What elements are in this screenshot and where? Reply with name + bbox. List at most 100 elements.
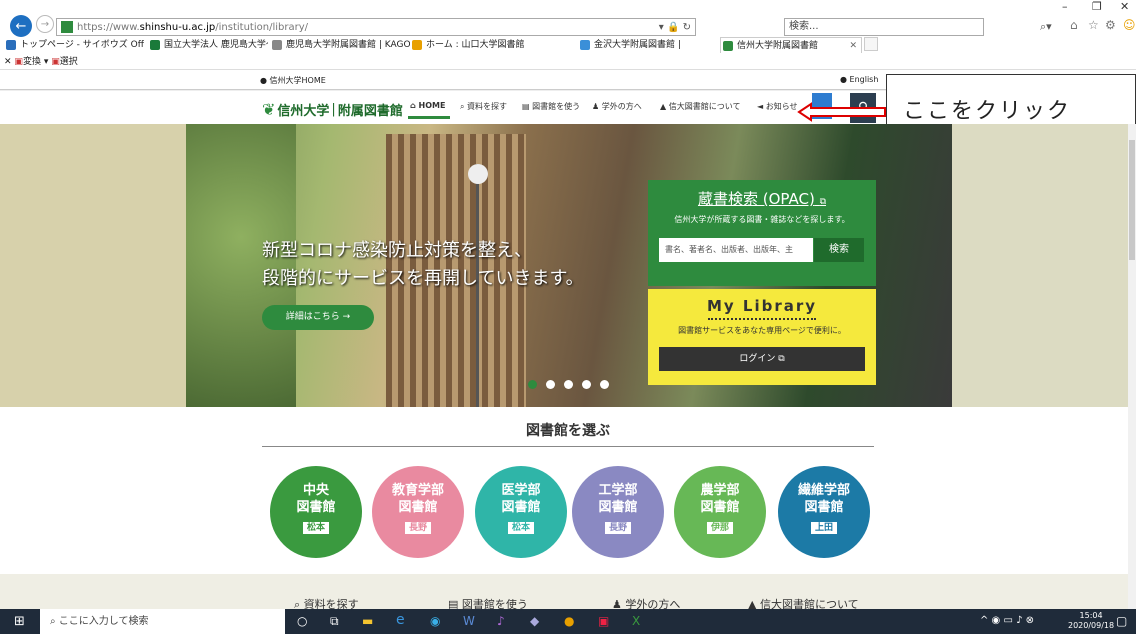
file-explorer-icon[interactable]: ▬	[362, 614, 373, 628]
location-tag: 長野	[604, 522, 631, 534]
opac-panel: 蔵書検索 (OPAC) ⧉ 信州大学が所蔵する図書・雑誌などを探します。 書名、…	[648, 180, 876, 286]
tab-cybozu[interactable]: トップページ - サイボウズ Office	[4, 37, 144, 53]
location-tag: 松本	[507, 522, 534, 534]
favorites-icon[interactable]: ☆	[1088, 18, 1099, 32]
library-engineering[interactable]: 工学部 図書館 長野	[572, 466, 664, 558]
tray-icons[interactable]: ^ ◉ ▭ ♪ ⊗	[980, 615, 1034, 626]
univ-home-link[interactable]: ● 信州大学HOME	[260, 75, 326, 86]
tab-kagoshima-lib[interactable]: 鹿児島大学附属図書館 | KAGO...	[270, 37, 410, 53]
select-icon: ▣	[51, 57, 60, 67]
opac-search-input[interactable]: 書名、著者名、出版者、出版年、主	[659, 238, 813, 262]
nav-use-library[interactable]: ▤ 図書館を使う	[522, 101, 580, 112]
external-link-icon: ⧉	[778, 354, 785, 364]
cortana-icon[interactable]: ○	[297, 614, 307, 628]
opac-search-button[interactable]: 検索	[814, 238, 864, 262]
external-link-icon: ⧉	[819, 197, 827, 207]
logo-univ: 信州大学	[277, 104, 330, 119]
url-domain: shinshu-u.ac.jp	[139, 21, 216, 33]
nav-search-materials[interactable]: ⌕ 資料を探す	[460, 101, 507, 112]
hero-left-margin	[0, 124, 186, 407]
tab-shinshu-lib[interactable]: 信州大学附属図書館 ✕	[720, 37, 862, 53]
forward-button[interactable]: →	[36, 15, 54, 33]
tab-kanazawa-lib[interactable]: 金沢大学附属図書館 |	[578, 37, 718, 53]
url-path: /institution/library/	[215, 21, 308, 33]
location-tag: 上田	[810, 522, 837, 534]
divider	[262, 446, 874, 447]
carousel-dot[interactable]	[600, 380, 609, 389]
close-icon[interactable]: ✕	[4, 57, 12, 67]
location-tag: 伊那	[706, 522, 733, 534]
library-education[interactable]: 教育学部 図書館 長野	[372, 466, 464, 558]
chrome-icon[interactable]: ●	[564, 614, 574, 628]
carousel-dot[interactable]	[564, 380, 573, 389]
app-icon[interactable]: ▣	[598, 614, 609, 628]
restore-button[interactable]: ❐	[1092, 0, 1102, 13]
library-agriculture[interactable]: 農学部 図書館 伊那	[674, 466, 766, 558]
nav-active-underline	[408, 116, 450, 119]
location-tag: 松本	[302, 522, 329, 534]
carousel-dot-active[interactable]	[528, 380, 537, 389]
refresh-icon[interactable]: ▾ 🔒 ↻	[659, 22, 691, 33]
site-logo[interactable]: ❦ 信州大学 | 附属図書館	[262, 100, 403, 119]
windows-taskbar: ⊞ ⌕ ここに入力して検索 ○ ⧉ ▬ e ◉ W ♪ ◆ ● ▣ X ^ ◉ …	[0, 609, 1136, 634]
nav-visitors[interactable]: ♟ 学外の方へ	[592, 101, 642, 112]
clock[interactable]: 15:04 2020/09/18	[1068, 611, 1114, 631]
carousel-dot[interactable]	[582, 380, 591, 389]
library-medicine[interactable]: 医学部 図書館 松本	[475, 466, 567, 558]
smiley-icon[interactable]: ☺	[1123, 18, 1136, 32]
carousel-dot[interactable]	[546, 380, 555, 389]
opac-title[interactable]: 蔵書検索 (OPAC) ⧉	[648, 188, 876, 209]
edge-icon[interactable]: ◉	[430, 614, 440, 628]
footer-nav-bar	[0, 574, 1136, 609]
browser-chrome: ← → https://www. shinshu-u.ac.jp/institut…	[0, 0, 1136, 70]
mylibrary-panel: My Library 図書館サービスをあなた専用ページで便利に。 ログイン ⧉	[648, 289, 876, 385]
notification-icon[interactable]: ▢	[1116, 614, 1127, 628]
hero-right-margin	[952, 124, 1136, 407]
logo-lib: 附属図書館	[337, 104, 403, 119]
close-window-button[interactable]: ✕	[1120, 0, 1129, 13]
detail-button[interactable]: 詳細はこちら →	[262, 305, 374, 330]
ie-icon[interactable]: e	[396, 612, 405, 628]
hero-headline-2: 段階的にサービスを再開していきます。	[262, 268, 584, 289]
location-tag: 長野	[404, 522, 431, 534]
url-prefix: https://www.	[77, 21, 140, 33]
app-icon[interactable]: ◆	[530, 614, 539, 628]
search-icon[interactable]: ⌕▾	[1040, 20, 1052, 34]
hero-headline-1: 新型コロナ感染防止対策を整え、	[262, 240, 532, 261]
mylibrary-description: 図書館サービスをあなた専用ページで便利に。	[678, 326, 846, 335]
media-icon[interactable]: ♪	[497, 614, 505, 628]
opac-description: 信州大学が所蔵する図書・雑誌などを探します。	[674, 215, 850, 224]
word-icon[interactable]: W	[463, 614, 475, 628]
minimize-button[interactable]: –	[1062, 0, 1068, 13]
fav-convert[interactable]: 変換	[23, 57, 41, 67]
site-favicon-icon	[61, 21, 73, 33]
settings-icon[interactable]: ⚙	[1105, 18, 1116, 32]
login-button[interactable]: ログイン ⧉	[659, 347, 865, 371]
wavy-underline	[708, 316, 816, 320]
close-tab-icon[interactable]: ✕	[849, 38, 857, 53]
callout-arrow-icon	[797, 102, 886, 122]
home-icon[interactable]: ⌂	[1070, 18, 1078, 32]
leaf-logo-icon: ❦	[262, 100, 276, 119]
browser-search-input[interactable]: 検索...	[784, 18, 984, 36]
translate-icon: ▣	[14, 57, 23, 67]
library-textile[interactable]: 繊維学部 図書館 上田	[778, 466, 870, 558]
tab-kagoshima-univ[interactable]: 国立大学法人 鹿児島大学～進...	[148, 37, 268, 53]
scrollbar-thumb[interactable]	[1129, 140, 1135, 260]
new-tab-button[interactable]	[864, 37, 878, 51]
taskbar-search-input[interactable]: ⌕ ここに入力して検索	[40, 609, 285, 634]
nav-news[interactable]: ◄ お知らせ	[757, 101, 798, 112]
address-bar[interactable]: https://www. shinshu-u.ac.jp/institution/…	[56, 18, 696, 36]
excel-icon[interactable]: X	[632, 614, 640, 628]
tab-yamaguchi-lib[interactable]: ホーム : 山口大学図書館	[410, 37, 550, 53]
choose-library-title: 図書館を選ぶ	[526, 423, 610, 439]
search-icon: ⌕	[50, 616, 56, 627]
back-button[interactable]: ←	[10, 15, 32, 37]
library-central[interactable]: 中央 図書館 松本	[270, 466, 362, 558]
windows-start-icon[interactable]: ⊞	[14, 614, 25, 629]
nav-about[interactable]: ▲ 信大図書館について	[660, 101, 740, 112]
nav-home[interactable]: ⌂ HOME	[410, 101, 445, 110]
task-view-icon[interactable]: ⧉	[330, 614, 339, 629]
fav-select[interactable]: 選択	[60, 57, 78, 67]
english-link[interactable]: ● English	[840, 75, 878, 84]
